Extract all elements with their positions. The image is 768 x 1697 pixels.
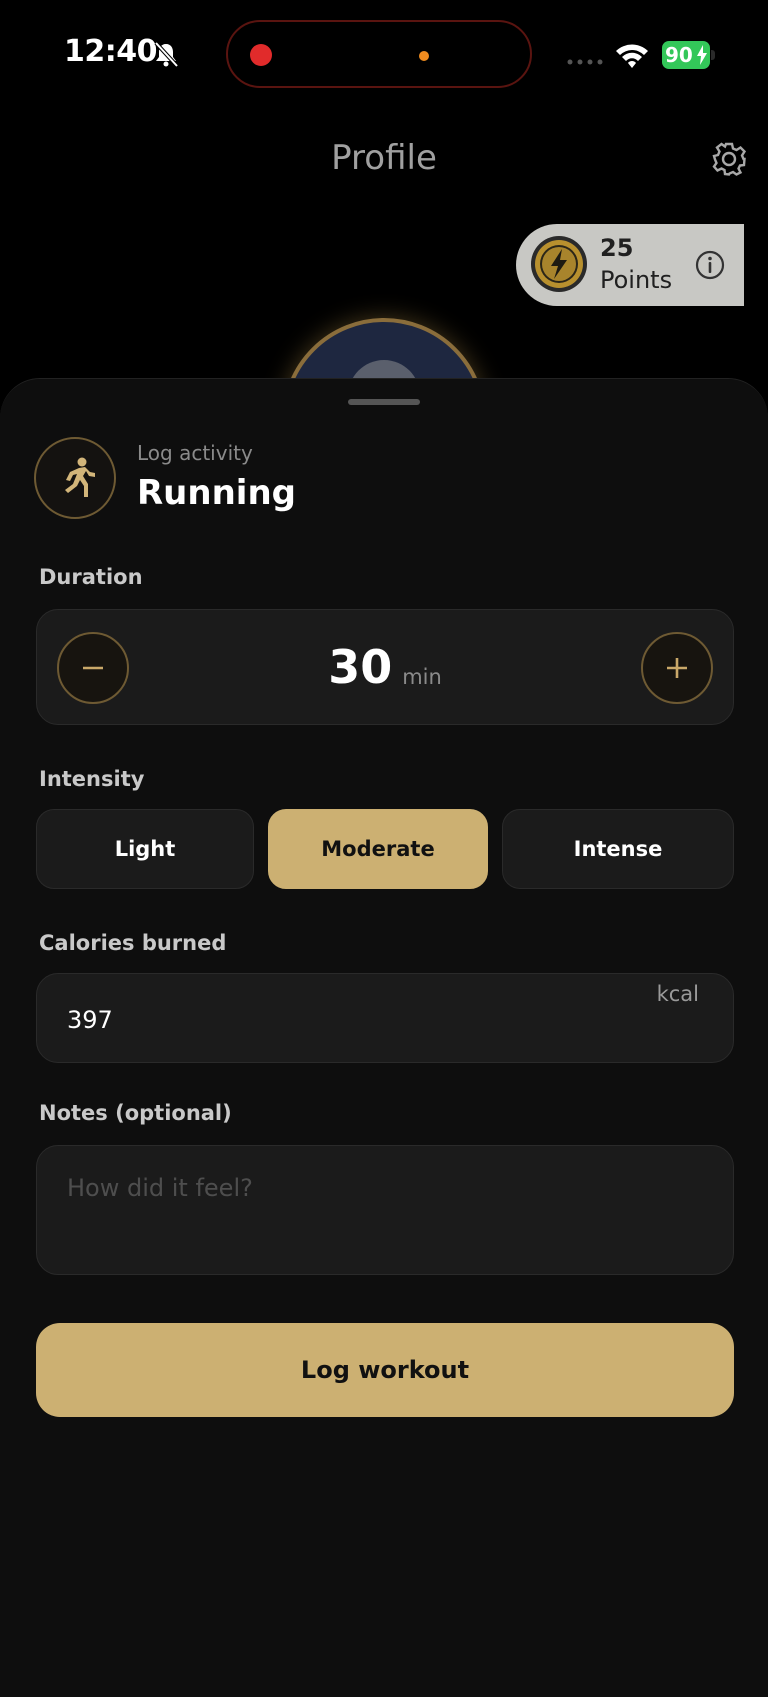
points-badge[interactable]: 25 Points [516, 224, 744, 306]
intensity-option-light[interactable]: Light [36, 809, 254, 889]
notes-placeholder: How did it feel? [67, 1174, 253, 1202]
calories-label: Calories burned [39, 931, 227, 955]
duration-value: 30 min [37, 640, 733, 694]
battery-nub [711, 50, 715, 60]
recording-indicator-icon [250, 44, 272, 66]
duration-number: 30 [328, 640, 393, 694]
points-value: 25 [600, 234, 634, 262]
page-title: Profile [331, 138, 437, 178]
dynamic-island [226, 20, 532, 88]
charging-icon [697, 45, 707, 65]
activity-icon-badge [34, 437, 116, 519]
drag-handle[interactable] [348, 399, 420, 405]
calories-value: 397 [67, 1006, 113, 1034]
increase-duration-button[interactable] [641, 632, 713, 704]
activity-name: Running [137, 473, 296, 513]
log-activity-sheet: Log activity Running Duration 30 min Inte… [0, 378, 768, 1697]
status-time: 12:40 [64, 34, 158, 69]
sheet-eyebrow: Log activity [137, 441, 253, 465]
gear-icon[interactable] [710, 140, 748, 178]
duration-unit: min [402, 664, 442, 689]
calories-field[interactable]: 397 kcal [36, 973, 734, 1063]
runner-icon [65, 457, 95, 497]
battery-indicator: 90 [662, 41, 710, 69]
bell-muted-icon [154, 41, 179, 68]
battery-level: 90 [665, 43, 693, 67]
log-workout-button[interactable]: Log workout [36, 1323, 734, 1417]
duration-label: Duration [39, 565, 143, 589]
duration-stepper: 30 min [36, 609, 734, 725]
coin-icon [531, 236, 587, 292]
plus-icon [667, 658, 687, 678]
points-label: Points [600, 266, 673, 294]
status-bar: 12:40 90 [0, 0, 768, 110]
info-icon[interactable] [694, 249, 726, 281]
wifi-icon [616, 44, 648, 68]
intensity-option-intense[interactable]: Intense [502, 809, 734, 889]
intensity-option-moderate[interactable]: Moderate [268, 809, 488, 889]
notes-field[interactable]: How did it feel? [36, 1145, 734, 1275]
camera-indicator-icon [419, 51, 429, 61]
notes-label: Notes (optional) [39, 1101, 232, 1125]
calories-unit: kcal [656, 982, 699, 1006]
signal-icon [567, 59, 603, 65]
intensity-label: Intensity [39, 767, 145, 791]
